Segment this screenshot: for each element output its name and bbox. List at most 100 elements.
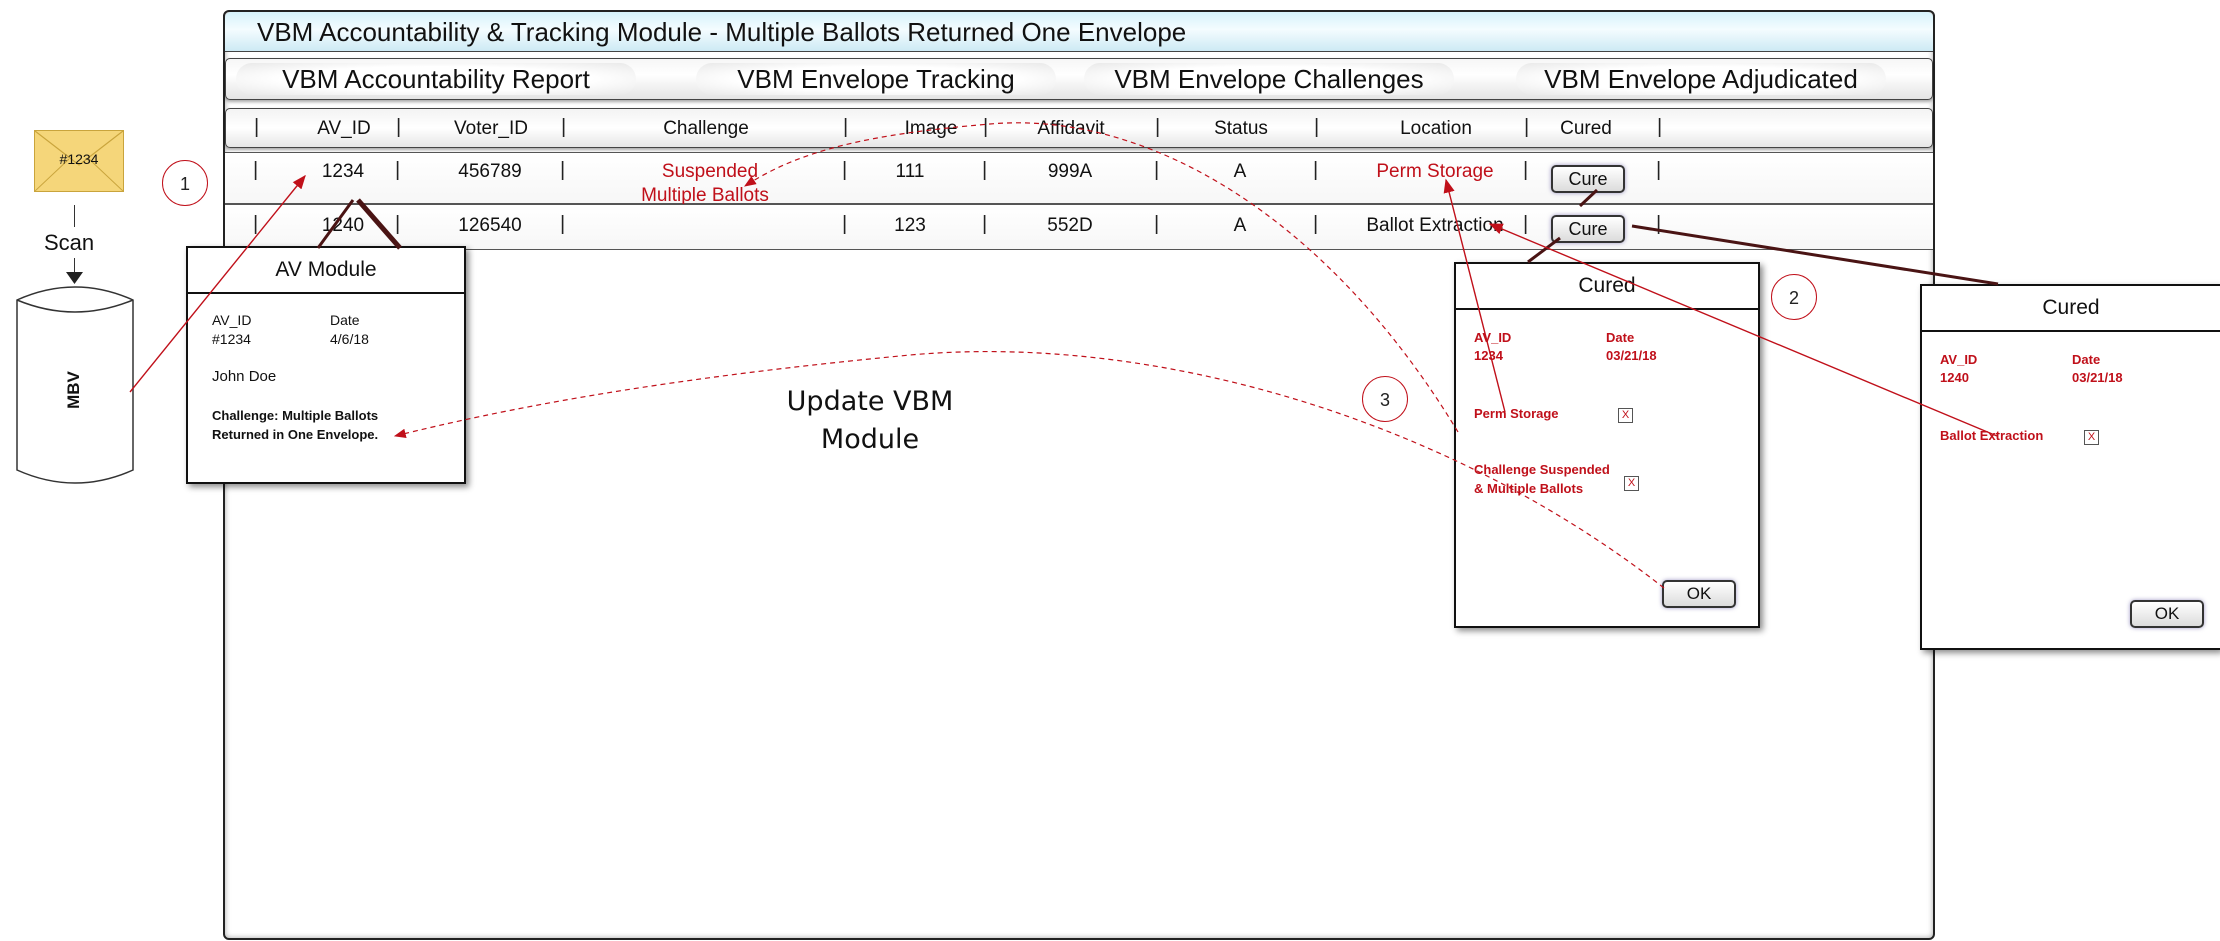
cured-date-value: 03/21/18 xyxy=(1606,348,1657,363)
cell-affidavit: 999A xyxy=(1047,161,1093,182)
column-separator: | xyxy=(1154,159,1160,181)
cured-item-ballot-extraction: Ballot Extraction xyxy=(1940,428,2044,443)
tab-envelope-tracking[interactable]: VBM Envelope Tracking xyxy=(696,63,1056,95)
cured-checkbox-challenge[interactable]: X xyxy=(1624,476,1639,491)
column-separator: | xyxy=(1523,159,1529,181)
column-separator: | xyxy=(1656,159,1662,181)
cured-date-label: Date xyxy=(1606,330,1635,345)
update-module-label: Update VBM xyxy=(786,386,954,417)
column-separator: | xyxy=(1154,213,1160,235)
update-module-label-line2: Module xyxy=(820,424,920,455)
cure-button[interactable]: Cure xyxy=(1551,165,1625,193)
av-module-voter-name: John Doe xyxy=(212,368,277,385)
column-separator: | xyxy=(983,116,989,138)
column-separator: | xyxy=(1657,116,1663,138)
arrow-down-icon xyxy=(66,272,83,284)
cured-dialog-title: Cured xyxy=(1922,286,2220,332)
cell-image: 123 xyxy=(894,215,926,236)
av-module-av-id-label: AV_ID xyxy=(212,312,252,328)
envelope-label: #1234 xyxy=(59,151,99,167)
cell-status: A xyxy=(1233,161,1247,182)
cured-dialog-title: Cured xyxy=(1456,264,1758,310)
cured-item-challenge-line2: & Multiple Ballots xyxy=(1474,481,1584,496)
cell-status: A xyxy=(1233,215,1247,236)
cell-av-id: 1240 xyxy=(321,215,365,236)
av-module-date-value: 4/6/18 xyxy=(330,331,369,347)
av-module-av-id-value: #1234 xyxy=(212,331,251,347)
tab-accountability-report[interactable]: VBM Accountability Report xyxy=(236,63,636,95)
column-separator: | xyxy=(1313,213,1319,235)
table-row[interactable]: | 1234 | 456789 | Suspended Multiple Bal… xyxy=(225,152,1933,206)
column-separator: | xyxy=(396,116,402,138)
column-header-status: Status xyxy=(1214,118,1268,139)
av-module-title: AV Module xyxy=(188,248,464,294)
column-separator: | xyxy=(1523,213,1529,235)
column-header-affidavit: Affidavit xyxy=(1037,118,1105,139)
step-marker-2: 2 xyxy=(1771,274,1817,320)
column-header-av-id: AV_ID xyxy=(317,118,371,139)
cured-item-challenge-line1: Challenge Suspended xyxy=(1474,462,1610,477)
column-separator: | xyxy=(982,159,988,181)
cell-av-id: 1234 xyxy=(321,161,365,182)
cured-dialog-1: Cured AV_ID Date 1234 03/21/18 Perm Stor… xyxy=(1454,262,1760,628)
column-separator: | xyxy=(561,116,567,138)
column-separator: | xyxy=(982,213,988,235)
column-header-voter-id: Voter_ID xyxy=(454,118,528,139)
cured-checkbox-ballot-extraction[interactable]: X xyxy=(2084,430,2099,445)
column-separator: | xyxy=(1656,213,1662,235)
tab-bar: VBM Accountability Report VBM Envelope T… xyxy=(225,58,1933,100)
column-header-challenge: Challenge xyxy=(663,118,749,139)
cured-date-label: Date xyxy=(2072,352,2101,367)
column-header-image: Image xyxy=(904,118,958,139)
table-header: | AV_ID | Voter_ID | Challenge | Image |… xyxy=(225,108,1933,148)
av-module-challenge-line1: Challenge: Multiple Ballots xyxy=(212,408,379,423)
cell-voter-id: 456789 xyxy=(458,161,522,182)
cell-location: Perm Storage xyxy=(1376,161,1494,182)
envelope-icon: #1234 xyxy=(34,130,124,192)
column-separator: | xyxy=(395,159,401,181)
cured-checkbox-perm-storage[interactable]: X xyxy=(1618,408,1633,423)
av-module-dialog: AV Module AV_ID Date #1234 4/6/18 John D… xyxy=(186,246,466,484)
column-separator: | xyxy=(560,213,566,235)
column-separator: | xyxy=(1314,116,1320,138)
column-separator: | xyxy=(843,116,849,138)
column-separator: | xyxy=(842,213,848,235)
cell-voter-id: 126540 xyxy=(458,215,522,236)
av-module-challenge-line2: Returned in One Envelope. xyxy=(212,427,379,442)
cured-av-id-label: AV_ID xyxy=(1474,330,1512,345)
column-separator: | xyxy=(254,116,260,138)
column-separator: | xyxy=(1313,159,1319,181)
column-separator: | xyxy=(253,159,259,181)
scan-connector xyxy=(74,205,75,227)
tab-envelope-challenges[interactable]: VBM Envelope Challenges xyxy=(1084,63,1454,95)
cell-image: 111 xyxy=(895,161,925,182)
cured-item-perm-storage: Perm Storage xyxy=(1474,406,1559,421)
cured-date-value: 03/21/18 xyxy=(2072,370,2123,385)
cured-av-id-label: AV_ID xyxy=(1940,352,1978,367)
tab-envelope-adjudicated[interactable]: VBM Envelope Adjudicated xyxy=(1516,63,1886,95)
column-separator: | xyxy=(1524,116,1530,138)
cured-av-id-value: 1240 xyxy=(1940,370,1969,385)
av-module-date-label: Date xyxy=(330,312,360,328)
column-separator: | xyxy=(560,159,566,181)
cell-challenge: Suspended xyxy=(661,161,759,182)
ok-button[interactable]: OK xyxy=(1662,580,1736,608)
cell-location: Ballot Extraction xyxy=(1366,215,1504,236)
cured-av-id-value: 1234 xyxy=(1474,348,1503,363)
ok-button[interactable]: OK xyxy=(2130,600,2204,628)
scan-label: Scan xyxy=(44,230,95,255)
database-label: MBV xyxy=(64,371,83,409)
cell-affidavit: 552D xyxy=(1047,215,1093,236)
step-marker-3: 3 xyxy=(1362,376,1408,422)
step-marker-1: 1 xyxy=(162,160,208,206)
column-separator: | xyxy=(253,213,259,235)
window-title: VBM Accountability & Tracking Module - M… xyxy=(225,12,1933,52)
column-separator: | xyxy=(842,159,848,181)
table-row[interactable]: | 1240 | 126540 | | 123 | 552D | A | Bal… xyxy=(225,204,1933,250)
column-separator: | xyxy=(395,213,401,235)
column-header-location: Location xyxy=(1400,118,1472,139)
column-header-cured: Cured xyxy=(1560,118,1612,139)
column-separator: | xyxy=(1155,116,1161,138)
cure-button[interactable]: Cure xyxy=(1551,215,1625,243)
cured-dialog-2: Cured AV_ID Date 1240 03/21/18 Ballot Ex… xyxy=(1920,284,2220,650)
